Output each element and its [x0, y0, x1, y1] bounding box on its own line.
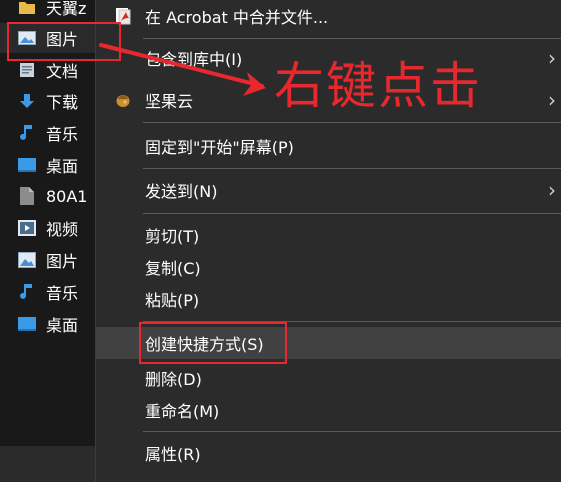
- folder-icon: [18, 0, 36, 16]
- pictures-icon: [18, 29, 36, 47]
- menu-item-acrobat-combine[interactable]: 在 Acrobat 中合并文件...: [96, 0, 561, 32]
- nav-item-videos[interactable]: 视频: [0, 213, 100, 243]
- chevron-right-icon: ›: [548, 88, 556, 112]
- menu-item-create-shortcut[interactable]: 创建快捷方式(S): [96, 327, 561, 359]
- menu-separator: [143, 122, 561, 123]
- nav-item-label: 下载: [46, 93, 79, 112]
- documents-icon: [18, 61, 36, 79]
- nav-item-label: 音乐: [46, 284, 79, 303]
- menu-item-copy[interactable]: 复制(C): [96, 251, 561, 283]
- nav-item-tianyi[interactable]: 天翼z: [0, 0, 100, 22]
- nav-item-label: 80A1: [46, 186, 88, 206]
- menu-separator: [143, 168, 561, 169]
- menu-separator: [143, 38, 561, 39]
- nav-item-desktop[interactable]: 桌面: [0, 150, 100, 180]
- nav-item-label: 视频: [46, 220, 79, 239]
- nav-item-label: 图片: [46, 30, 79, 49]
- nav-item-label: 文档: [46, 62, 79, 81]
- chevron-right-icon: ›: [548, 46, 556, 70]
- nav-item-documents[interactable]: 文档: [0, 55, 100, 85]
- acrobat-icon: [114, 7, 132, 25]
- nav-item-pictures-2[interactable]: 图片: [0, 245, 100, 275]
- menu-item-delete[interactable]: 删除(D): [96, 362, 561, 394]
- menu-separator: [143, 213, 561, 214]
- annotation-text: 右键点击: [274, 57, 482, 115]
- menu-item-properties[interactable]: 属性(R): [96, 437, 561, 469]
- pictures-icon: [18, 251, 36, 269]
- video-icon: [18, 219, 36, 237]
- menu-item-rename[interactable]: 重命名(M): [96, 394, 561, 426]
- nav-item-desktop-2[interactable]: 桌面: [0, 309, 100, 339]
- nav-item-music-2[interactable]: 音乐: [0, 277, 100, 307]
- desktop-icon: [18, 315, 36, 333]
- nav-item-downloads[interactable]: 下载: [0, 86, 100, 116]
- jianguoyun-icon: [114, 91, 132, 109]
- nav-bottom-strip: [0, 446, 100, 482]
- menu-separator: [143, 431, 561, 432]
- menu-item-pin-start[interactable]: 固定到"开始"屏幕(P): [96, 130, 561, 162]
- nav-item-music[interactable]: 音乐: [0, 118, 100, 148]
- nav-item-label: 音乐: [46, 125, 79, 144]
- music-icon: [18, 124, 36, 142]
- menu-item-cut[interactable]: 剪切(T): [96, 219, 561, 251]
- nav-item-80a1[interactable]: 80A1: [0, 181, 100, 211]
- nav-item-label: 桌面: [46, 157, 79, 176]
- music-icon: [18, 283, 36, 301]
- file-icon: [18, 187, 36, 205]
- nav-item-label: 桌面: [46, 316, 79, 335]
- nav-item-label: 图片: [46, 252, 79, 271]
- download-icon: [18, 92, 36, 110]
- navigation-pane: 天翼z 图片 文档 下载 音乐 桌面 80A1 视频 图片 音乐 桌面: [0, 0, 100, 482]
- nav-item-label: 天翼z: [46, 0, 87, 18]
- nav-item-pictures[interactable]: 图片: [0, 23, 100, 53]
- desktop-icon: [18, 156, 36, 174]
- chevron-right-icon: ›: [548, 178, 556, 202]
- menu-separator: [143, 321, 561, 322]
- menu-item-send-to[interactable]: 发送到(N) ›: [96, 174, 561, 206]
- menu-item-paste[interactable]: 粘贴(P): [96, 283, 561, 315]
